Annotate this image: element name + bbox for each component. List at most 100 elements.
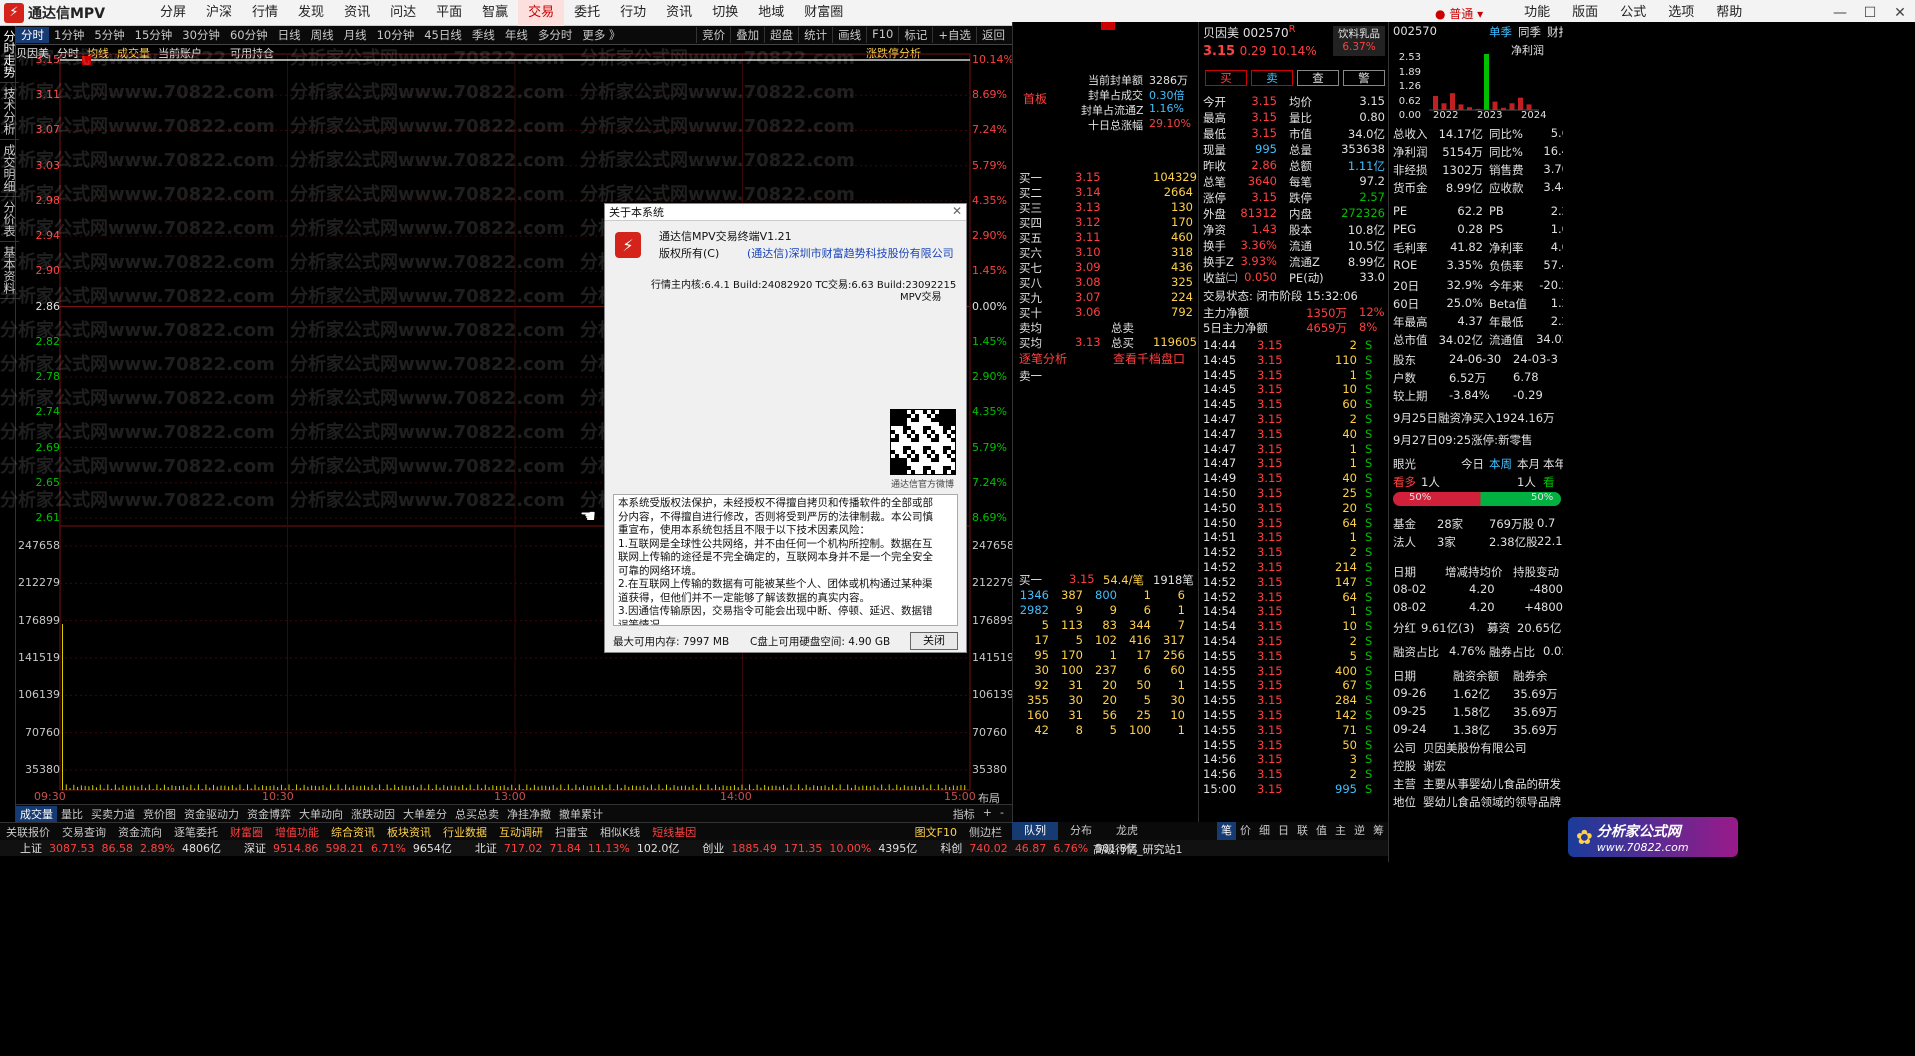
indicator-tab[interactable]: 买卖力道 xyxy=(87,806,139,822)
volume-bar xyxy=(707,784,709,790)
function-tab[interactable]: 互动调研 xyxy=(493,824,549,840)
tick-time: 15:00 xyxy=(1203,782,1237,796)
indicator-tab[interactable]: 竞价图 xyxy=(139,806,180,822)
indicator-tab[interactable]: 大单动向 xyxy=(295,806,347,822)
indicator-tab[interactable]: 资金博弈 xyxy=(243,806,295,822)
function-tab[interactable]: 板块资讯 xyxy=(381,824,437,840)
menu-item[interactable]: 委托 xyxy=(564,0,610,26)
function-action[interactable]: 图文F10 xyxy=(909,824,963,840)
function-tab[interactable]: 增值功能 xyxy=(269,824,325,840)
dialog-close-icon[interactable]: ✕ xyxy=(952,204,962,218)
tick-volume: 25 xyxy=(1342,486,1357,500)
sector-box[interactable]: 饮料乳品 6.37% xyxy=(1333,26,1385,56)
news-item[interactable]: 9月25日融资净买入1924.16万 xyxy=(1393,410,1555,426)
collapse-handle-icon[interactable] xyxy=(1101,22,1115,30)
function-action[interactable]: 侧边栏 xyxy=(963,824,1008,840)
menu-item[interactable]: 分屏 xyxy=(150,0,196,26)
indicator-action[interactable]: - xyxy=(996,806,1008,822)
function-tab[interactable]: 财富圈 xyxy=(224,824,269,840)
tick-view-tab[interactable]: 主 xyxy=(1331,822,1350,840)
tick-view-tab[interactable]: 日 xyxy=(1274,822,1293,840)
indicator-tab[interactable]: 总买总卖 xyxy=(451,806,503,822)
disclaimer-text[interactable]: 本系统受版权法保护，未经授权不得擅自拷贝和传播软件的全部或部分内容，不得擅自进行… xyxy=(613,494,958,626)
eye-tab[interactable]: 本年 xyxy=(1543,456,1563,472)
indicator-tab[interactable]: 量比 xyxy=(57,806,87,822)
queue-order: 50 xyxy=(1136,678,1151,692)
menu-item[interactable]: 行功 xyxy=(610,0,656,26)
function-tab[interactable]: 逐笔委托 xyxy=(168,824,224,840)
side-cell: 32.9% xyxy=(1446,278,1483,292)
function-tab[interactable]: 资金流向 xyxy=(112,824,168,840)
pledge-cell: -4800 xyxy=(1529,582,1563,596)
tick-view-tab[interactable]: 值 xyxy=(1312,822,1331,840)
menu-item[interactable]: 发现 xyxy=(288,0,334,26)
indicator-tab[interactable]: 资金驱动力 xyxy=(180,806,243,822)
report-tab[interactable]: 同季 xyxy=(1518,25,1541,39)
eye-tab[interactable]: 本周 xyxy=(1489,456,1512,472)
index-quote[interactable]: 北证 717.02 71.84 11.13% 102.0亿 xyxy=(475,840,686,856)
function-tab[interactable]: 综合资讯 xyxy=(325,824,381,840)
trade-button[interactable]: 买 xyxy=(1205,70,1247,86)
function-tabs-right: 图文F10 侧边栏 xyxy=(909,824,1008,840)
function-tab[interactable]: 交易查询 xyxy=(56,824,112,840)
indicator-tab[interactable]: 涨跌动因 xyxy=(347,806,399,822)
eye-tab[interactable]: 今日 xyxy=(1461,456,1484,472)
menu-item[interactable]: 切换 xyxy=(702,0,748,26)
indicator-tab[interactable]: 大单差分 xyxy=(399,806,451,822)
depth-view-link[interactable]: 查看千档盘口 xyxy=(1113,350,1185,367)
report-tab[interactable]: 单季 xyxy=(1489,25,1512,39)
bid-level-label: 买一 xyxy=(1019,171,1042,185)
indicator-tab[interactable]: 撤单累计 xyxy=(555,806,607,822)
menu-item[interactable]: 行情 xyxy=(242,0,288,26)
indicator-tab[interactable]: 净挂净撤 xyxy=(503,806,555,822)
tick-analysis-link[interactable]: 逐笔分析 xyxy=(1019,350,1067,367)
tick-view-tab[interactable]: 逆 xyxy=(1350,822,1369,840)
tick-view-tab[interactable]: 联 xyxy=(1293,822,1312,840)
eye-tab[interactable]: 眼光 xyxy=(1393,456,1416,472)
indicator-tab[interactable]: 成交量 xyxy=(16,805,57,822)
pct-axis-label: 10.14% xyxy=(972,53,1014,66)
function-tab[interactable]: 行业数据 xyxy=(437,824,493,840)
trade-button[interactable]: 警 xyxy=(1343,70,1385,86)
indicator-action[interactable]: 指标 xyxy=(949,806,979,822)
report-tab[interactable]: 财报 xyxy=(1547,25,1563,39)
user-status[interactable]: ● 普通 ▾ xyxy=(1435,5,1483,22)
eye-tab[interactable]: 本月 xyxy=(1517,456,1540,472)
index-quote[interactable]: 上证 3087.53 86.58 2.89% 4806亿 xyxy=(20,840,228,856)
menu-item[interactable]: 沪深 xyxy=(196,0,242,26)
queue-tab[interactable]: 分布 xyxy=(1058,822,1104,840)
function-tab[interactable]: 短线基因 xyxy=(646,824,702,840)
menu-item[interactable]: 资讯 xyxy=(334,0,380,26)
menu-item[interactable]: 平面 xyxy=(426,0,472,26)
user-label: 普通 xyxy=(1449,6,1474,21)
queue-tab[interactable]: 队列 xyxy=(1012,822,1058,840)
close-button[interactable]: 关闭 xyxy=(910,632,958,650)
ad-banner[interactable]: ✿ 分析家公式网 www.70822.com xyxy=(1568,817,1738,857)
menu-item[interactable]: 智赢 xyxy=(472,0,518,26)
menu-item[interactable]: 财富圈 xyxy=(794,0,853,26)
menu-item[interactable]: 资讯 xyxy=(656,0,702,26)
index-quote[interactable]: 深证 9514.86 598.21 6.71% 9654亿 xyxy=(244,840,459,856)
function-tab[interactable]: 关联报价 xyxy=(0,824,56,840)
indicator-action[interactable]: + xyxy=(979,806,996,822)
seal-value: 3286万 xyxy=(1149,74,1188,87)
tick-view-tab[interactable]: 价 xyxy=(1236,822,1255,840)
tick-side: S xyxy=(1365,752,1373,767)
price-axis-label: 2.78 xyxy=(35,370,61,384)
tick-price: 3.15 xyxy=(1257,352,1283,367)
menu-item[interactable]: 地域 xyxy=(748,0,794,26)
tick-view-tab[interactable]: 筹 xyxy=(1369,822,1388,840)
menu-item[interactable]: 交易 xyxy=(518,0,565,26)
trade-button[interactable]: 卖 xyxy=(1251,70,1293,86)
company-link[interactable]: (通达信)深圳市财富趋势科技股份有限公司 xyxy=(747,245,954,261)
index-quote[interactable]: 创业 1885.49 171.35 10.00% 4395亿 xyxy=(702,840,924,856)
trade-button[interactable]: 查 xyxy=(1297,70,1339,86)
news-item[interactable]: 9月27日09:25涨停:新零售 xyxy=(1393,432,1532,448)
function-tab[interactable]: 扫雷宝 xyxy=(549,824,594,840)
function-tab[interactable]: 相似K线 xyxy=(594,824,646,840)
menu-item[interactable]: 问达 xyxy=(380,0,426,26)
queue-tab[interactable]: 龙虎 xyxy=(1104,822,1150,840)
qr-module xyxy=(943,430,947,434)
tick-view-tab[interactable]: 细 xyxy=(1255,822,1274,840)
tick-view-tab[interactable]: 笔 xyxy=(1217,822,1236,840)
